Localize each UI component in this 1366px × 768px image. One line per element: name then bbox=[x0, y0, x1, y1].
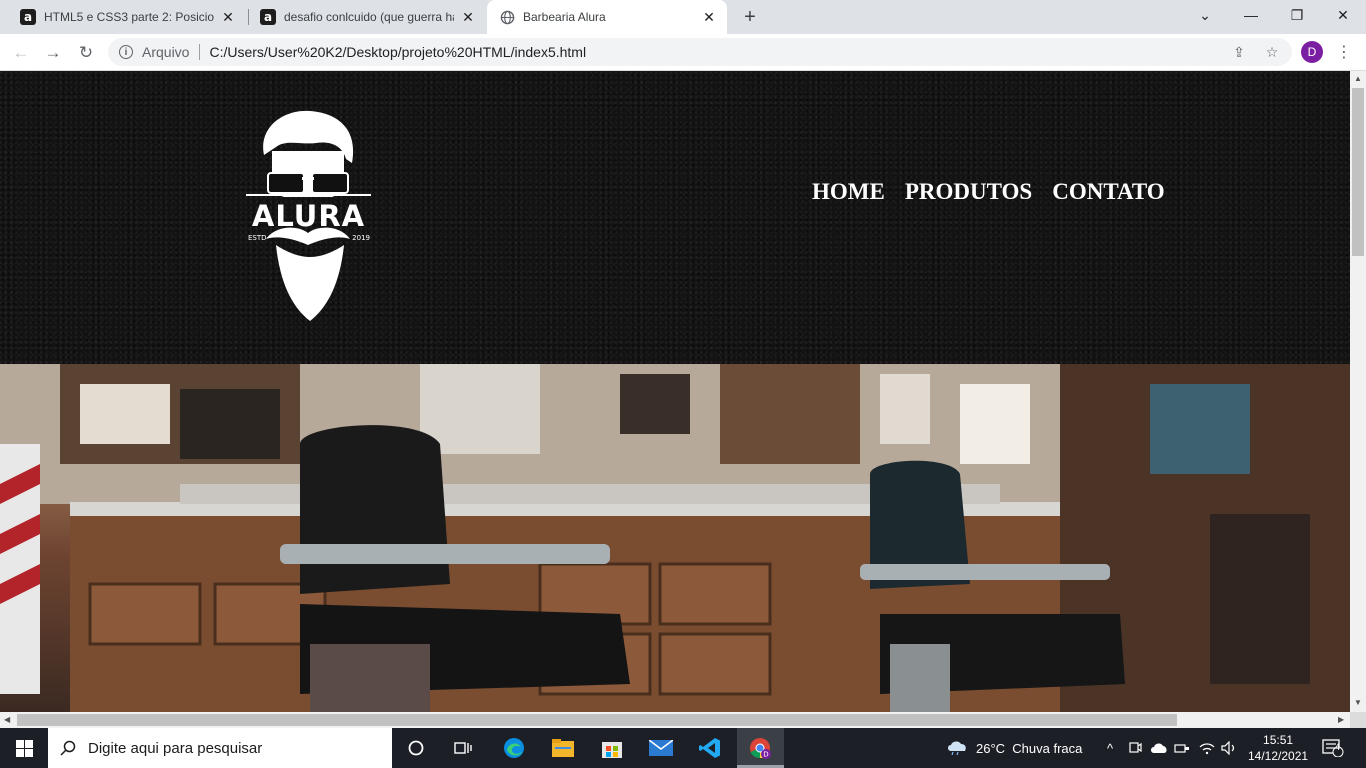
chrome-icon[interactable]: D bbox=[744, 732, 776, 764]
page-viewport: ALURA ESTD 2019 HOME PRODUTOS CONTATO bbox=[0, 71, 1350, 712]
notification-count: 4 bbox=[1335, 742, 1341, 752]
close-window-icon[interactable]: ✕ bbox=[1320, 0, 1366, 30]
address-url[interactable]: C:/Users/User%20K2/Desktop/projeto%20HTM… bbox=[209, 44, 586, 60]
nav-link-produtos[interactable]: PRODUTOS bbox=[905, 179, 1032, 205]
back-arrow-icon[interactable]: ← bbox=[7, 39, 35, 67]
browser-menu-icon[interactable]: ⋮ bbox=[1336, 41, 1352, 63]
onedrive-cloud-icon[interactable] bbox=[1150, 728, 1168, 768]
scroll-down-icon[interactable]: ▼ bbox=[1354, 698, 1362, 707]
site-nav: HOME PRODUTOS CONTATO bbox=[812, 179, 1165, 205]
globe-icon bbox=[499, 9, 515, 25]
meet-now-icon[interactable] bbox=[1128, 728, 1142, 768]
nav-link-contato[interactable]: CONTATO bbox=[1052, 179, 1164, 205]
forward-arrow-icon[interactable]: → bbox=[39, 39, 67, 67]
wifi-icon[interactable] bbox=[1199, 728, 1215, 768]
close-tab-icon[interactable]: ✕ bbox=[701, 9, 717, 25]
vertical-scrollbar[interactable]: ▲ ▼ bbox=[1350, 71, 1366, 712]
logo-brand-text: ALURA bbox=[251, 199, 366, 233]
search-icon bbox=[48, 740, 88, 756]
alura-favicon-icon: a bbox=[260, 9, 276, 25]
network-icon[interactable] bbox=[1174, 728, 1190, 768]
new-tab-icon[interactable]: + bbox=[738, 5, 762, 29]
bookmark-star-icon[interactable]: ☆ bbox=[1263, 43, 1281, 61]
scroll-left-icon[interactable]: ◀ bbox=[4, 715, 10, 724]
profile-avatar[interactable]: D bbox=[1301, 41, 1323, 63]
restore-icon[interactable]: ❐ bbox=[1274, 0, 1320, 30]
close-tab-icon[interactable]: ✕ bbox=[220, 9, 236, 25]
vscode-icon[interactable] bbox=[694, 732, 726, 764]
browser-tab-active[interactable]: Barbearia Alura ✕ bbox=[487, 0, 727, 34]
taskbar-search-box[interactable]: Digite aqui para pesquisar bbox=[48, 728, 392, 768]
close-tab-icon[interactable]: ✕ bbox=[460, 9, 476, 25]
windows-start-icon[interactable] bbox=[0, 728, 48, 768]
scroll-up-icon[interactable]: ▲ bbox=[1354, 74, 1362, 83]
vertical-scroll-thumb[interactable] bbox=[1352, 88, 1364, 256]
address-divider bbox=[199, 44, 201, 60]
scroll-right-icon[interactable]: ▶ bbox=[1338, 715, 1344, 724]
barbershop-interior-illustration bbox=[0, 364, 1350, 712]
clock-date: 14/12/2021 bbox=[1248, 749, 1309, 763]
weather-widget[interactable]: 26°C Chuva fraca bbox=[946, 728, 1082, 768]
chevron-up-icon[interactable]: ^ bbox=[1103, 728, 1117, 768]
tab-title: desafio conlcuido (que guerra ha bbox=[284, 10, 454, 24]
tab-search-chevron-icon[interactable]: ⌄ bbox=[1182, 0, 1228, 30]
edge-browser-icon[interactable] bbox=[498, 732, 530, 764]
tab-title: HTML5 e CSS3 parte 2: Posiciona bbox=[44, 10, 214, 24]
site-header: ALURA ESTD 2019 HOME PRODUTOS CONTATO bbox=[0, 71, 1350, 364]
svg-text:D: D bbox=[763, 751, 768, 759]
share-icon[interactable]: ⇪ bbox=[1230, 43, 1248, 61]
horizontal-scrollbar[interactable]: ◀ ▶ bbox=[0, 712, 1350, 728]
address-bar[interactable]: i Arquivo C:/Users/User%20K2/Desktop/pro… bbox=[108, 38, 1292, 66]
notification-center-icon[interactable]: 4 bbox=[1322, 728, 1344, 768]
clock-time: 15:51 bbox=[1263, 733, 1294, 747]
alura-favicon-icon: a bbox=[20, 9, 36, 25]
taskbar-search-placeholder: Digite aqui para pesquisar bbox=[88, 739, 263, 757]
windows-taskbar: Digite aqui para pesquisar D 26°C Chuva … bbox=[0, 728, 1366, 768]
microsoft-store-icon[interactable] bbox=[596, 732, 628, 764]
system-clock[interactable]: 15:51 14/12/2021 bbox=[1248, 728, 1308, 768]
address-protocol: Arquivo bbox=[142, 44, 190, 60]
tab-title: Barbearia Alura bbox=[523, 10, 606, 24]
alura-barbershop-logo[interactable]: ALURA ESTD 2019 bbox=[246, 107, 371, 325]
reload-icon[interactable]: ↻ bbox=[72, 39, 100, 67]
nav-link-home[interactable]: HOME bbox=[812, 179, 885, 205]
task-view-icon[interactable] bbox=[447, 732, 479, 764]
volume-icon[interactable] bbox=[1221, 728, 1237, 768]
browser-toolbar: ← → ↻ i Arquivo C:/Users/User%20K2/Deskt… bbox=[0, 34, 1366, 71]
weather-text: 26°C Chuva fraca bbox=[976, 740, 1083, 756]
logo-year-text: 2019 bbox=[352, 234, 370, 242]
browser-tab[interactable]: a desafio conlcuido (que guerra ha ✕ bbox=[248, 0, 486, 34]
info-icon[interactable]: i bbox=[119, 45, 133, 59]
logo-estd-text: ESTD bbox=[248, 234, 267, 242]
mail-icon[interactable] bbox=[645, 732, 677, 764]
horizontal-scroll-thumb[interactable] bbox=[17, 714, 1177, 726]
barbershop-banner-image bbox=[0, 364, 1350, 712]
scrollbar-corner bbox=[1350, 712, 1366, 728]
browser-tab[interactable]: a HTML5 e CSS3 parte 2: Posiciona ✕ bbox=[8, 0, 246, 34]
file-explorer-icon[interactable] bbox=[547, 732, 579, 764]
cloud-rain-icon bbox=[946, 739, 968, 758]
minimize-icon[interactable]: — bbox=[1228, 0, 1274, 30]
tab-strip: a HTML5 e CSS3 parte 2: Posiciona ✕ a de… bbox=[0, 0, 1366, 34]
cortana-icon[interactable] bbox=[400, 732, 432, 764]
